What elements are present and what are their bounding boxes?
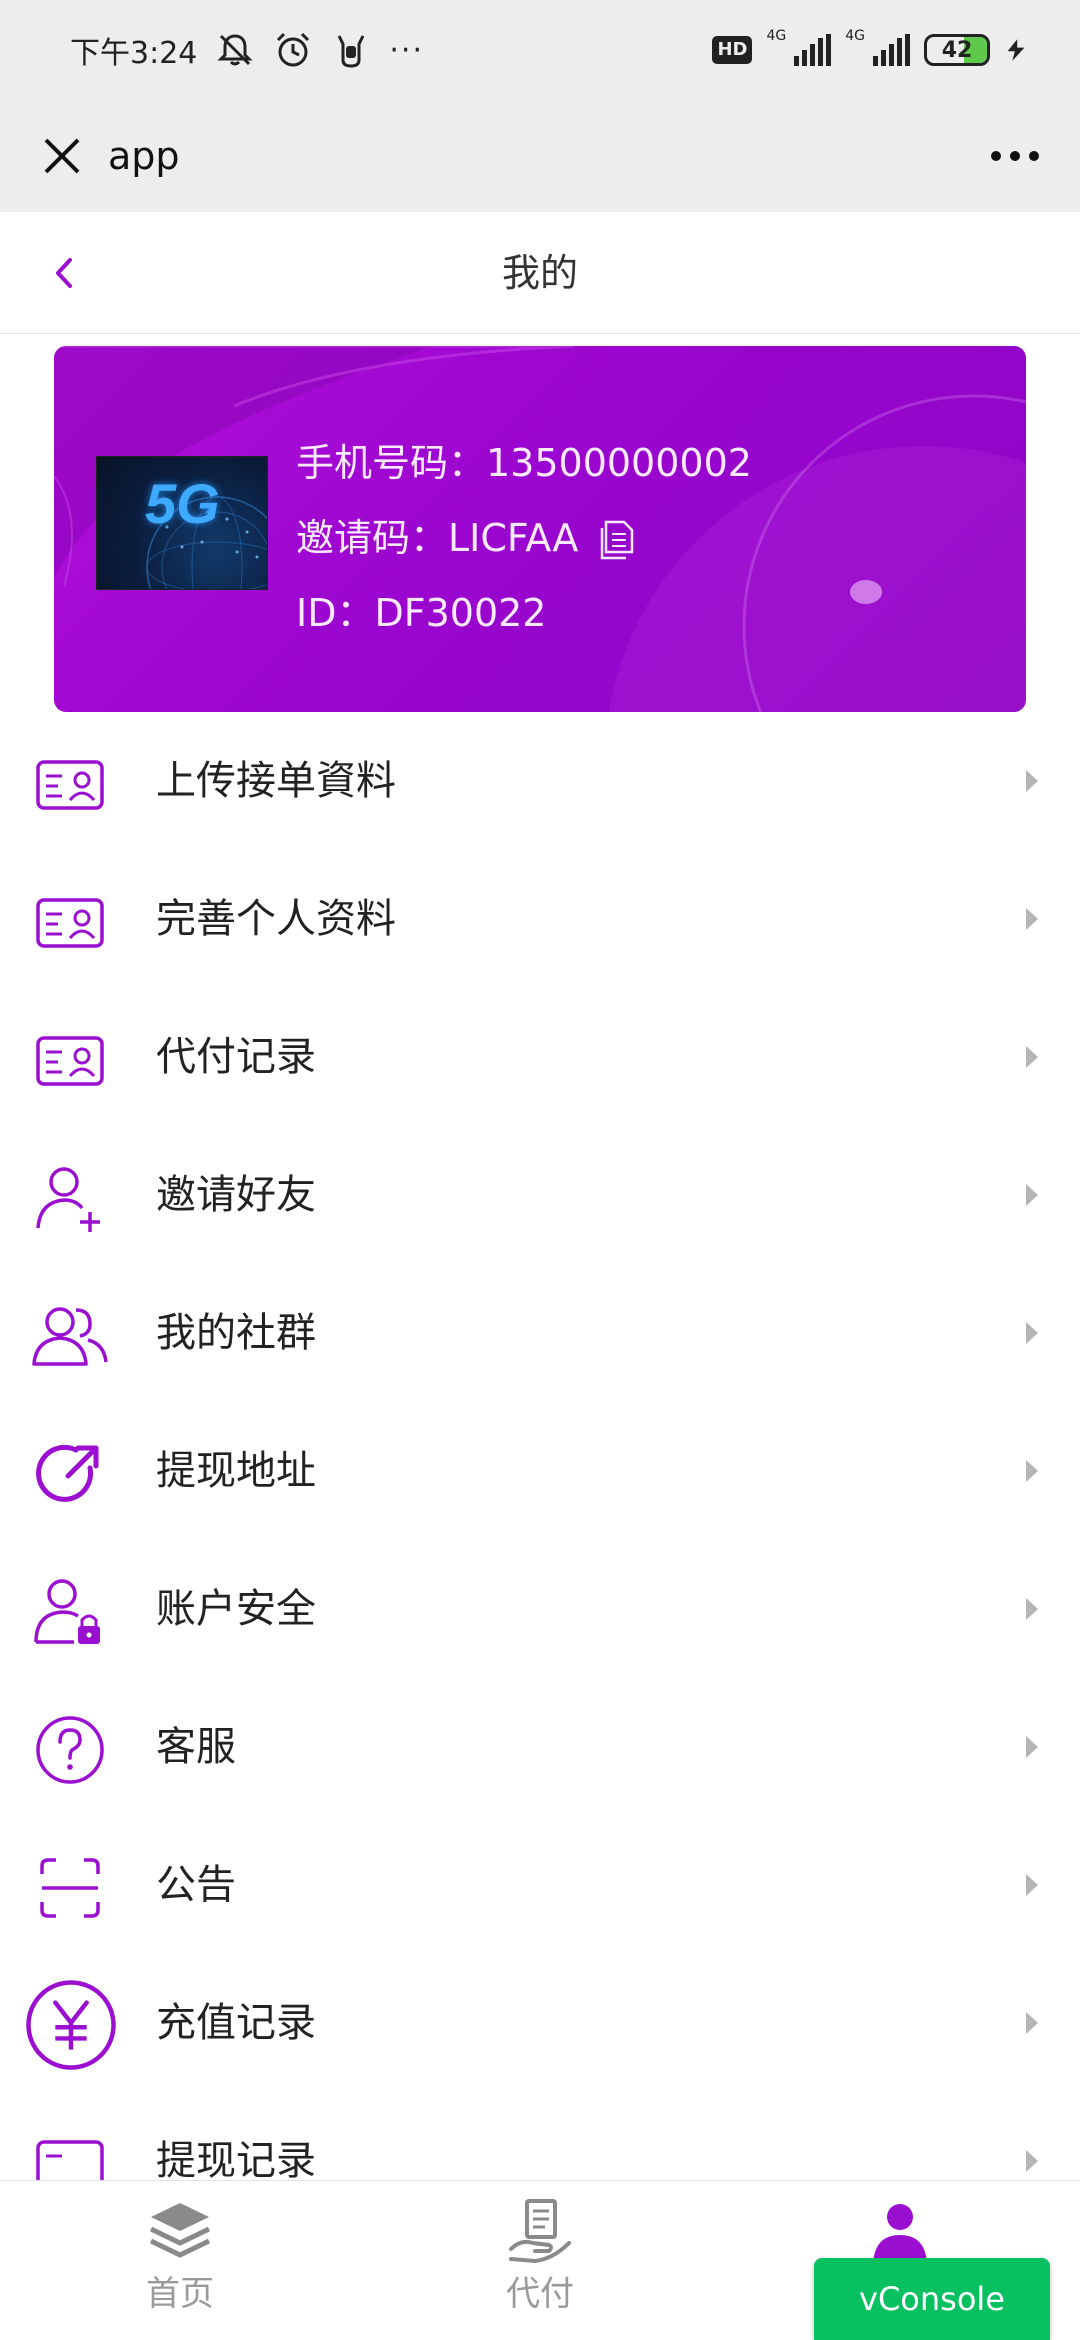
layers-icon — [149, 2203, 211, 2258]
chevron-right-icon — [1026, 770, 1038, 792]
id-card-icon — [36, 898, 104, 948]
menu-item-customer-service[interactable]: 客服 — [0, 1678, 1080, 1816]
menu-label: 邀请好友 — [156, 1172, 316, 1218]
menu-item-my-community[interactable]: 我的社群 — [0, 1264, 1080, 1402]
phone-line: 手机号码：13500000002 — [296, 426, 752, 501]
invite-line: 邀请码：LICFAA — [296, 501, 752, 576]
id-card-icon — [36, 760, 104, 810]
battery-level: 42 — [941, 37, 973, 63]
status-time: 下午3:24 — [70, 36, 198, 71]
menu-item-complete-profile[interactable]: 完善个人资料 — [0, 850, 1080, 988]
chevron-right-icon — [1026, 1598, 1038, 1620]
menu-item-withdraw-address[interactable]: 提现地址 — [0, 1402, 1080, 1540]
hd-badge: HD — [712, 36, 753, 64]
menu-item-invite-friends[interactable]: 邀请好友 — [0, 1126, 1080, 1264]
chevron-right-icon — [1026, 1736, 1038, 1758]
profile-card: 5G 手机号码：13500000002 邀请码：LICFAA ID：DF3002… — [54, 346, 1026, 712]
chevron-right-icon — [1026, 1874, 1038, 1896]
page-header: 我的 — [0, 212, 1080, 334]
signal-icon — [794, 34, 832, 66]
status-bar: 下午3:24 ··· HD 4G 4G 42 — [0, 0, 1080, 100]
chevron-right-icon — [1026, 1322, 1038, 1344]
menu-item-upload-order-info[interactable]: 上传接单資料 — [0, 712, 1080, 850]
id-line: ID：DF30022 — [296, 576, 752, 651]
menu-item-payment-records[interactable]: 代付记录 — [0, 988, 1080, 1126]
user-plus-icon — [36, 1167, 100, 1232]
menu-label: 上传接单資料 — [156, 758, 396, 804]
scan-frame-icon — [40, 1858, 100, 1918]
arrow-out-circle-icon — [36, 1444, 99, 1502]
menu-label: 完善个人资料 — [156, 896, 396, 942]
vconsole-button[interactable]: vConsole — [814, 2258, 1050, 2340]
app-bar: app — [0, 100, 1080, 212]
user-lock-icon — [34, 1579, 100, 1644]
copy-icon[interactable] — [598, 518, 638, 560]
menu-label: 充值记录 — [156, 2000, 316, 2046]
chevron-right-icon — [1026, 2150, 1038, 2172]
charging-icon — [1007, 39, 1025, 61]
close-icon[interactable] — [30, 124, 94, 188]
menu-label: 我的社群 — [156, 1310, 316, 1356]
bell-off-icon — [217, 34, 253, 66]
alarm-icon — [277, 32, 310, 67]
signal-icon — [873, 34, 910, 66]
yuan-circle-icon — [26, 1980, 116, 2070]
menu-label: 提现地址 — [156, 1448, 316, 1494]
app-title: app — [108, 134, 180, 178]
menu-label: 代付记录 — [156, 1034, 316, 1080]
menu-label: 客服 — [156, 1724, 236, 1770]
chevron-right-icon — [1026, 2012, 1038, 2034]
chevron-right-icon — [1026, 1184, 1038, 1206]
cow-icon — [338, 35, 365, 68]
menu-label: 公告 — [156, 1862, 236, 1908]
avatar-5g-text: 5G — [145, 472, 220, 535]
phone-text: 手机号码：13500000002 — [296, 441, 752, 485]
chevron-right-icon — [1026, 1460, 1038, 1482]
chevron-right-icon — [1026, 908, 1038, 930]
more-dots-icon[interactable] — [980, 124, 1050, 188]
id-card-icon — [36, 1036, 104, 1086]
menu-list: 上传接单資料 完善个人资料 代付记录 邀请好友 我的社群 提现地址 账户安全 客… — [0, 712, 1080, 2230]
battery-icon: 42 — [924, 34, 990, 66]
status-right: HD 4G 4G 42 — [712, 28, 1028, 72]
menu-item-recharge-records[interactable]: 充值记录 — [0, 1954, 1080, 2092]
tab-label: 首页 — [146, 2274, 214, 2314]
users-icon — [32, 1307, 108, 1366]
avatar: 5G — [96, 456, 268, 590]
profile-info: 手机号码：13500000002 邀请码：LICFAA ID：DF30022 — [296, 426, 752, 651]
menu-item-account-security[interactable]: 账户安全 — [0, 1540, 1080, 1678]
user-icon — [873, 2204, 927, 2263]
id-text: ID：DF30022 — [296, 591, 547, 635]
chevron-right-icon — [1026, 1046, 1038, 1068]
network-label-2: 4G — [845, 28, 865, 44]
question-circle-icon — [36, 1716, 104, 1784]
network-label-1: 4G — [766, 28, 787, 44]
page-title: 我的 — [501, 251, 578, 295]
menu-label: 账户安全 — [156, 1586, 316, 1632]
hand-receipt-icon — [509, 2199, 571, 2264]
tab-label: 代付 — [506, 2274, 574, 2314]
status-left: 下午3:24 ··· — [70, 28, 424, 72]
menu-item-announcement[interactable]: 公告 — [0, 1816, 1080, 1954]
more-status-icon: ··· — [389, 32, 424, 68]
tab-home[interactable]: 首页 — [80, 2197, 280, 2337]
tab-payment[interactable]: 代付 — [440, 2197, 640, 2337]
invite-code-text: 邀请码：LICFAA — [296, 516, 579, 560]
